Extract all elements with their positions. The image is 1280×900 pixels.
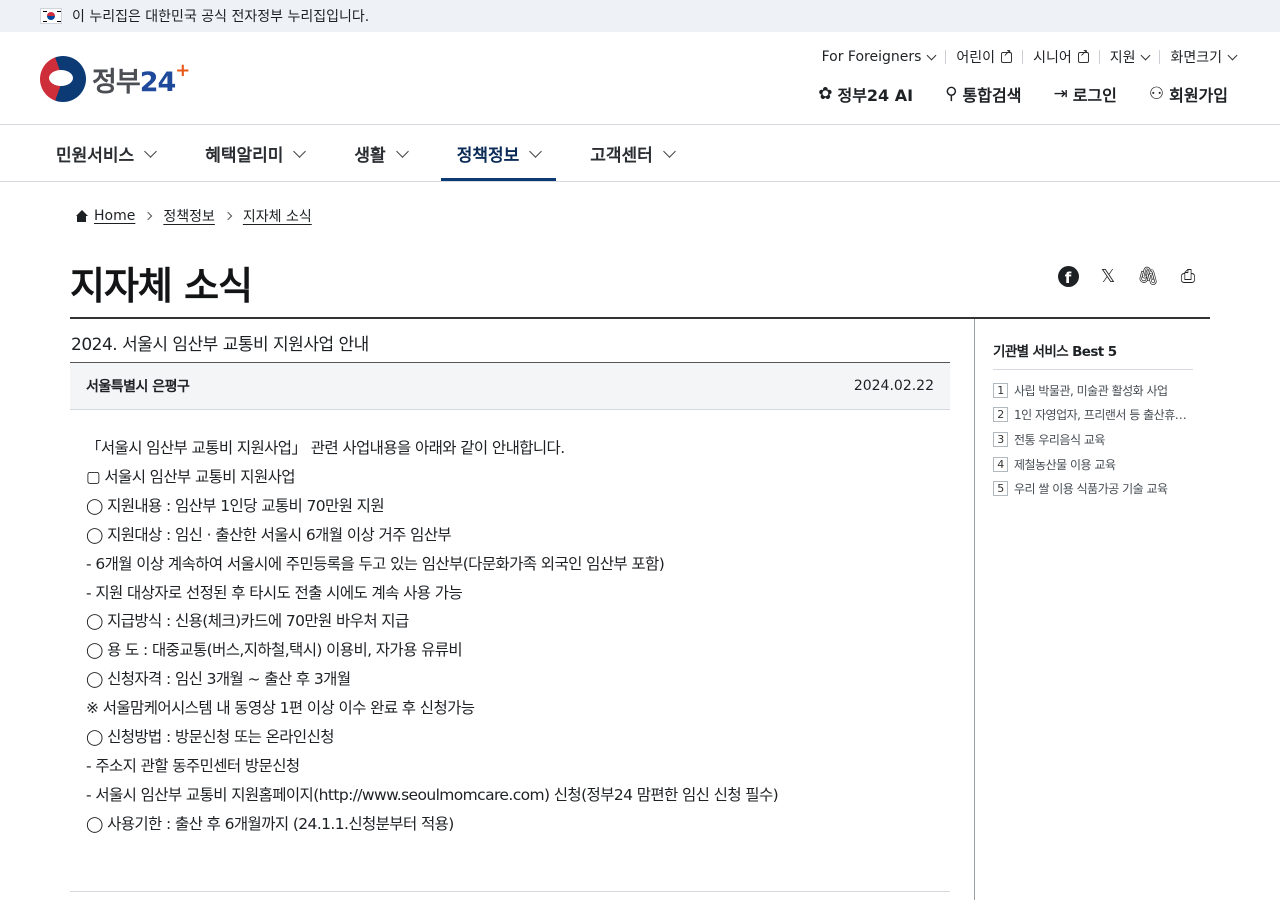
nav-civil-service[interactable]: 민원서비스 bbox=[40, 125, 171, 182]
post-date: 2024.02.22 bbox=[853, 378, 934, 394]
signup-button[interactable]: ⚇ 회원가입 bbox=[1149, 82, 1228, 106]
chevron-down-icon bbox=[293, 145, 307, 158]
body-line: - 주소지 관할 동주민센터 방문신청 bbox=[86, 756, 300, 775]
post-title: 2024. 서울시 임산부 교통비 지원사업 안내 bbox=[71, 335, 369, 355]
body-line: ◯ 신청방법 : 방문신청 또는 온라인신청 bbox=[86, 728, 335, 747]
best-services-title: 기관별 서비스 Best 5 bbox=[993, 340, 1193, 370]
util-support[interactable]: 지원 bbox=[1100, 47, 1160, 67]
ai-assistant-icon: ✿ bbox=[818, 84, 833, 104]
breadcrumb-section[interactable]: 정책정보 bbox=[163, 206, 215, 226]
util-senior[interactable]: 시니어 bbox=[1023, 47, 1099, 67]
facebook-icon: f bbox=[1057, 265, 1079, 287]
body-line: 「서울시 임산부 교통비 지원사업」 관련 사업내용을 아래와 같이 안내합니다… bbox=[86, 439, 565, 457]
chevron-down-icon bbox=[926, 50, 937, 60]
chevron-down-icon bbox=[1227, 50, 1238, 60]
post-organization: 서울특별시 은평구 bbox=[86, 379, 190, 395]
site-header: 정부24+ For Foreigners 어린이 시니어 지원 화면크기 ✿정부… bbox=[0, 32, 1280, 125]
list-item[interactable]: 2 1인 자영업자, 프리랜서 등 출산휴가… bbox=[993, 403, 1193, 428]
body-line: ◯ 용 도 : 대중교통(버스,지하철,택시) 이용비, 자가용 유류비 bbox=[86, 641, 463, 660]
chevron-right-icon bbox=[144, 211, 153, 221]
body-line: - 서울시 임산부 교통비 지원홈페이지(http://www.seoulmom… bbox=[86, 785, 779, 804]
header-actions: ✿ 정부24 AI ⚲ 통합검색 ⇥ 로그인 ⚇ 회원가입 bbox=[786, 82, 1228, 106]
chevron-down-icon bbox=[529, 145, 543, 158]
external-link-icon bbox=[1077, 48, 1089, 63]
chevron-down-icon bbox=[144, 145, 158, 158]
best-services-list: 1 사립 박물관, 미술관 활성화 사업 2 1인 자영업자, 프리랜서 등 출산휴… bbox=[993, 378, 1193, 501]
facebook-share-button[interactable]: f bbox=[1056, 264, 1080, 288]
body-line: - 6개월 이상 계속하여 서울시에 주민등록을 두고 있는 임산부(다문화가족… bbox=[86, 554, 665, 573]
post-body: 「서울시 임산부 교통비 지원사업」 관련 사업내용을 아래와 같이 안내합니다… bbox=[86, 434, 946, 839]
body-line: ◯ 지원내용 : 임산부 1인당 교통비 70만원 지원 bbox=[86, 496, 385, 515]
x-icon: 𝕏 bbox=[1100, 265, 1116, 287]
chevron-down-icon bbox=[662, 145, 676, 158]
nav-benefit-alert[interactable]: 혜택알리미 bbox=[189, 125, 320, 182]
body-line: ▢ 서울시 임산부 교통비 지원사업 bbox=[86, 467, 296, 486]
add-user-icon: ⚇ bbox=[1148, 84, 1165, 104]
breadcrumb-home[interactable]: Home bbox=[94, 208, 135, 224]
util-screen-size[interactable]: 화면크기 bbox=[1160, 47, 1238, 67]
breadcrumb-current[interactable]: 지자체 소식 bbox=[243, 206, 312, 226]
gov-banner: 이 누리집은 대한민국 공식 전자정부 누리집입니다. bbox=[0, 0, 1280, 32]
list-item[interactable]: 5 우리 쌀 이용 식품가공 기술 교육 bbox=[993, 476, 1193, 501]
nav-policy-info[interactable]: 정책정보 bbox=[440, 125, 557, 182]
chevron-right-icon bbox=[223, 211, 233, 221]
home-icon bbox=[75, 210, 88, 222]
login-icon: ⇥ bbox=[1053, 84, 1068, 104]
list-item[interactable]: 4 제철농산물 이용 교육 bbox=[993, 452, 1193, 477]
search-button[interactable]: ⚲ 통합검색 bbox=[945, 82, 1021, 106]
chevron-down-icon bbox=[1141, 50, 1151, 60]
paperclip-icon: 🖇 bbox=[1136, 265, 1160, 287]
body-line: ◯ 사용기한 : 출산 후 6개월까지 (24.1.1.신청분부터 적용) bbox=[86, 814, 454, 833]
util-children[interactable]: 어린이 bbox=[946, 47, 1022, 67]
main-navigation: 민원서비스 혜택알리미 생활 정책정보 고객센터 bbox=[40, 125, 708, 182]
nav-customer-center[interactable]: 고객센터 bbox=[574, 125, 690, 182]
print-button[interactable]: ⎙ bbox=[1176, 264, 1200, 288]
search-icon: ⚲ bbox=[945, 84, 958, 104]
body-line: ※ 서울맘케어시스템 내 동영상 1편 이상 이수 완료 후 신청가능 bbox=[86, 699, 475, 718]
chevron-down-icon bbox=[395, 145, 409, 158]
list-item[interactable]: 1 사립 박물관, 미술관 활성화 사업 bbox=[993, 378, 1193, 403]
body-line: ◯ 지원대상 : 임신 · 출산한 서울시 6개월 이상 거주 임산부 bbox=[86, 525, 452, 544]
nav-life[interactable]: 생활 bbox=[338, 125, 422, 182]
body-line: ◯ 지급방식 : 신용(체크)카드에 70만원 바우처 지급 bbox=[86, 612, 409, 631]
login-button[interactable]: ⇥ 로그인 bbox=[1053, 82, 1116, 106]
external-link-icon bbox=[1001, 48, 1013, 63]
taegeuk-logo-icon bbox=[40, 56, 86, 102]
logo-text: 정부24+ bbox=[92, 59, 190, 98]
gov-banner-text: 이 누리집은 대한민국 공식 전자정부 누리집입니다. bbox=[72, 9, 370, 25]
post-meta: 서울특별시 은평구 2024.02.22 bbox=[70, 362, 950, 410]
body-line: ◯ 신청자격 : 임신 3개월 ~ 출산 후 3개월 bbox=[86, 670, 351, 689]
best-services-panel: 기관별 서비스 Best 5 1 사립 박물관, 미술관 활성화 사업 2 1인 자… bbox=[993, 340, 1193, 501]
korea-flag-icon bbox=[40, 8, 62, 24]
body-line: - 지원 대상자로 선정된 후 타시도 전출 시에도 계속 사용 가능 bbox=[86, 583, 463, 602]
util-for-foreigners[interactable]: For Foreigners bbox=[812, 49, 946, 65]
site-logo[interactable]: 정부24+ bbox=[40, 56, 190, 102]
ai-button[interactable]: ✿ 정부24 AI bbox=[818, 82, 913, 106]
utility-menu: For Foreigners 어린이 시니어 지원 화면크기 bbox=[812, 47, 1238, 67]
copy-link-button[interactable]: 🖇 bbox=[1136, 264, 1160, 288]
breadcrumb: Home 정책정보 지자체 소식 bbox=[75, 206, 312, 226]
x-share-button[interactable]: 𝕏 bbox=[1096, 264, 1120, 288]
printer-icon: ⎙ bbox=[1180, 265, 1196, 287]
share-tools: f 𝕏 🖇 ⎙ bbox=[1040, 264, 1200, 288]
list-item[interactable]: 3 전통 우리음식 교육 bbox=[993, 427, 1193, 452]
page-title: 지자체 소식 bbox=[70, 264, 253, 308]
